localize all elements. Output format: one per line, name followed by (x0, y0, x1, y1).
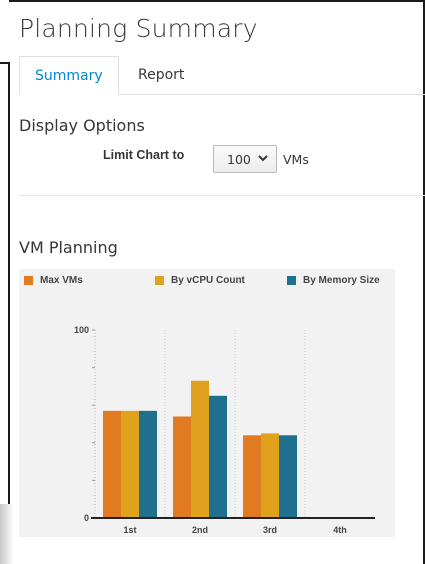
limit-chart-unit: VMs (283, 152, 309, 167)
window-frame-top (0, 0, 425, 2)
limit-chart-label: Limit Chart to (103, 148, 185, 162)
tab-bar: Summary Report (19, 56, 425, 95)
bar (121, 410, 139, 518)
vm-planning-heading: VM Planning (19, 238, 118, 257)
bar (243, 435, 261, 518)
section-divider (19, 195, 425, 196)
tab-summary[interactable]: Summary (19, 56, 119, 95)
limit-chart-value: 100 (227, 151, 251, 167)
bar (209, 395, 227, 518)
bar (279, 435, 297, 518)
vm-planning-chart: Max VMs By vCPU Count By Memory Size 0 10… (19, 269, 395, 537)
x-tick-label: 1st (123, 525, 136, 535)
display-options-heading: Display Options (19, 116, 145, 135)
frame-line-left (8, 62, 10, 506)
bar (261, 433, 279, 518)
x-tick-label: 3rd (263, 525, 277, 535)
chart-plot: 0 100 1st 2nd 3rd 4th (74, 325, 375, 535)
limit-chart-select[interactable]: 100 (213, 145, 277, 173)
y-tick-label: 100 (74, 325, 89, 335)
tab-report[interactable]: Report (123, 56, 199, 93)
y-tick-label: 0 (84, 513, 89, 523)
page-title: Planning Summary (19, 14, 258, 43)
x-tick-label: 4th (333, 525, 347, 535)
bar (191, 380, 209, 518)
bar (173, 416, 191, 518)
bar (103, 410, 121, 518)
bar (139, 410, 157, 518)
bottom-shade (0, 504, 14, 564)
chevron-down-icon (258, 154, 268, 165)
x-tick-label: 2nd (192, 525, 208, 535)
